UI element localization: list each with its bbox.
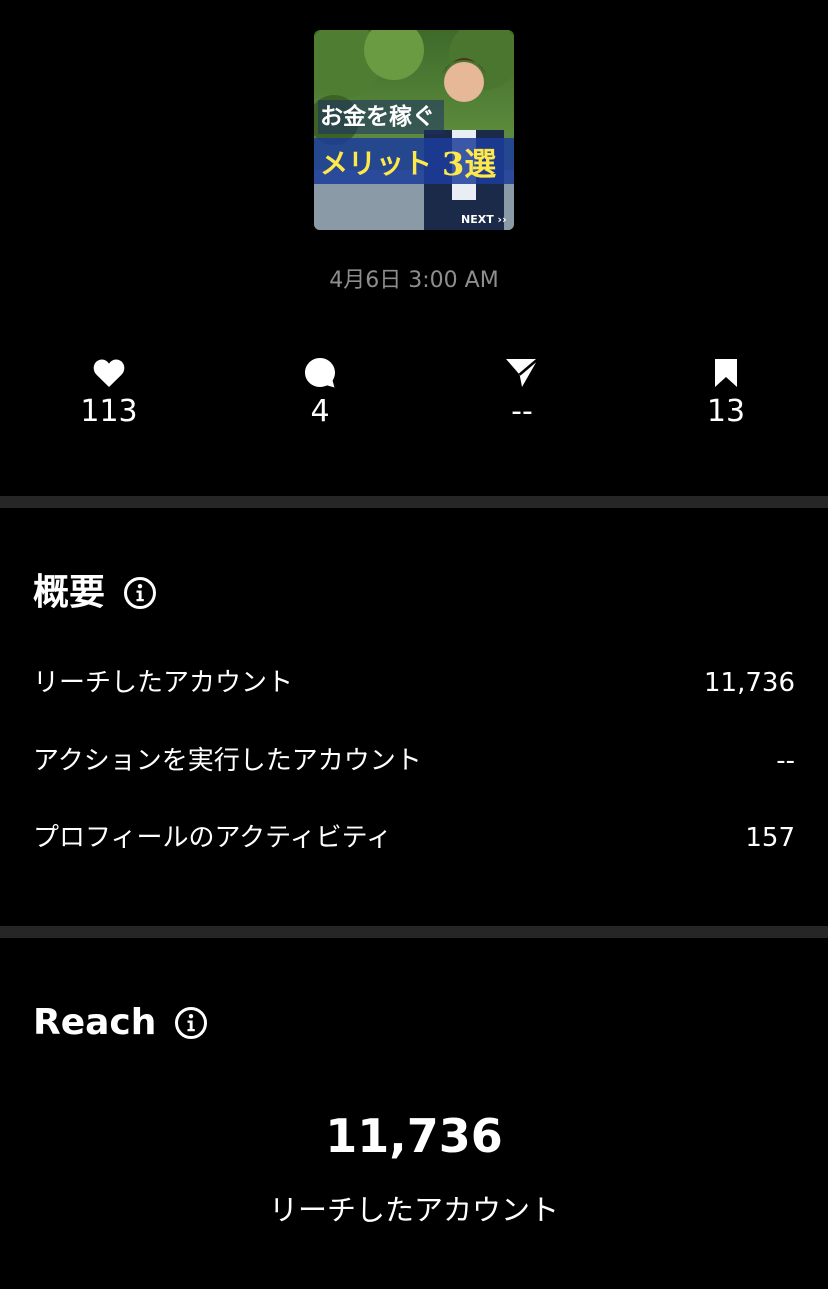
row-value: 11,736 <box>704 668 795 698</box>
post-thumbnail[interactable]: お金を稼ぐ メリット 3選 NEXT ›› <box>314 30 514 230</box>
send-icon <box>462 356 582 390</box>
reach-value: 11,736 <box>325 1109 503 1163</box>
comments-stat: 4 <box>260 356 380 430</box>
overview-row-engaged-accounts[interactable]: アクションを実行したアカウント -- <box>33 745 795 777</box>
shares-count: -- <box>511 394 533 429</box>
thumbnail-next-label: NEXT ›› <box>461 213 507 226</box>
section-divider <box>0 926 828 938</box>
thumbnail-headline-num: 3選 <box>442 145 496 183</box>
likes-count: 113 <box>80 394 138 429</box>
saves-count: 13 <box>706 394 746 429</box>
post-date: 4月6日 3:00 AM <box>329 268 499 293</box>
reach-title: Reach <box>33 1002 157 1043</box>
row-value: -- <box>776 746 795 776</box>
likes-stat: 113 <box>49 356 169 430</box>
overview-row-reached-accounts[interactable]: リーチしたアカウント 11,736 <box>33 667 795 699</box>
info-icon[interactable] <box>123 576 157 610</box>
section-divider <box>0 496 828 508</box>
bookmark-icon <box>666 356 786 390</box>
heart-icon <box>49 356 169 390</box>
comment-bubble-icon <box>260 356 380 390</box>
overview-row-profile-activity[interactable]: プロフィールのアクティビティ 157 <box>33 822 795 854</box>
overview-header: 概要 <box>33 571 157 615</box>
thumbnail-headline-top: お金を稼ぐ <box>320 103 435 130</box>
row-label: アクションを実行したアカウント <box>33 746 422 776</box>
row-label: リーチしたアカウント <box>33 668 294 698</box>
reach-header: Reach <box>33 1001 208 1045</box>
reach-label: リーチしたアカウント <box>268 1193 559 1227</box>
row-label: プロフィールのアクティビティ <box>33 823 393 853</box>
row-value: 157 <box>745 823 795 853</box>
comments-count: 4 <box>310 394 330 429</box>
shares-stat: -- <box>462 356 582 430</box>
overview-title: 概要 <box>33 572 106 613</box>
thumbnail-headline-main: メリット <box>320 147 432 180</box>
info-icon[interactable] <box>174 1006 208 1040</box>
saves-stat: 13 <box>666 356 786 430</box>
